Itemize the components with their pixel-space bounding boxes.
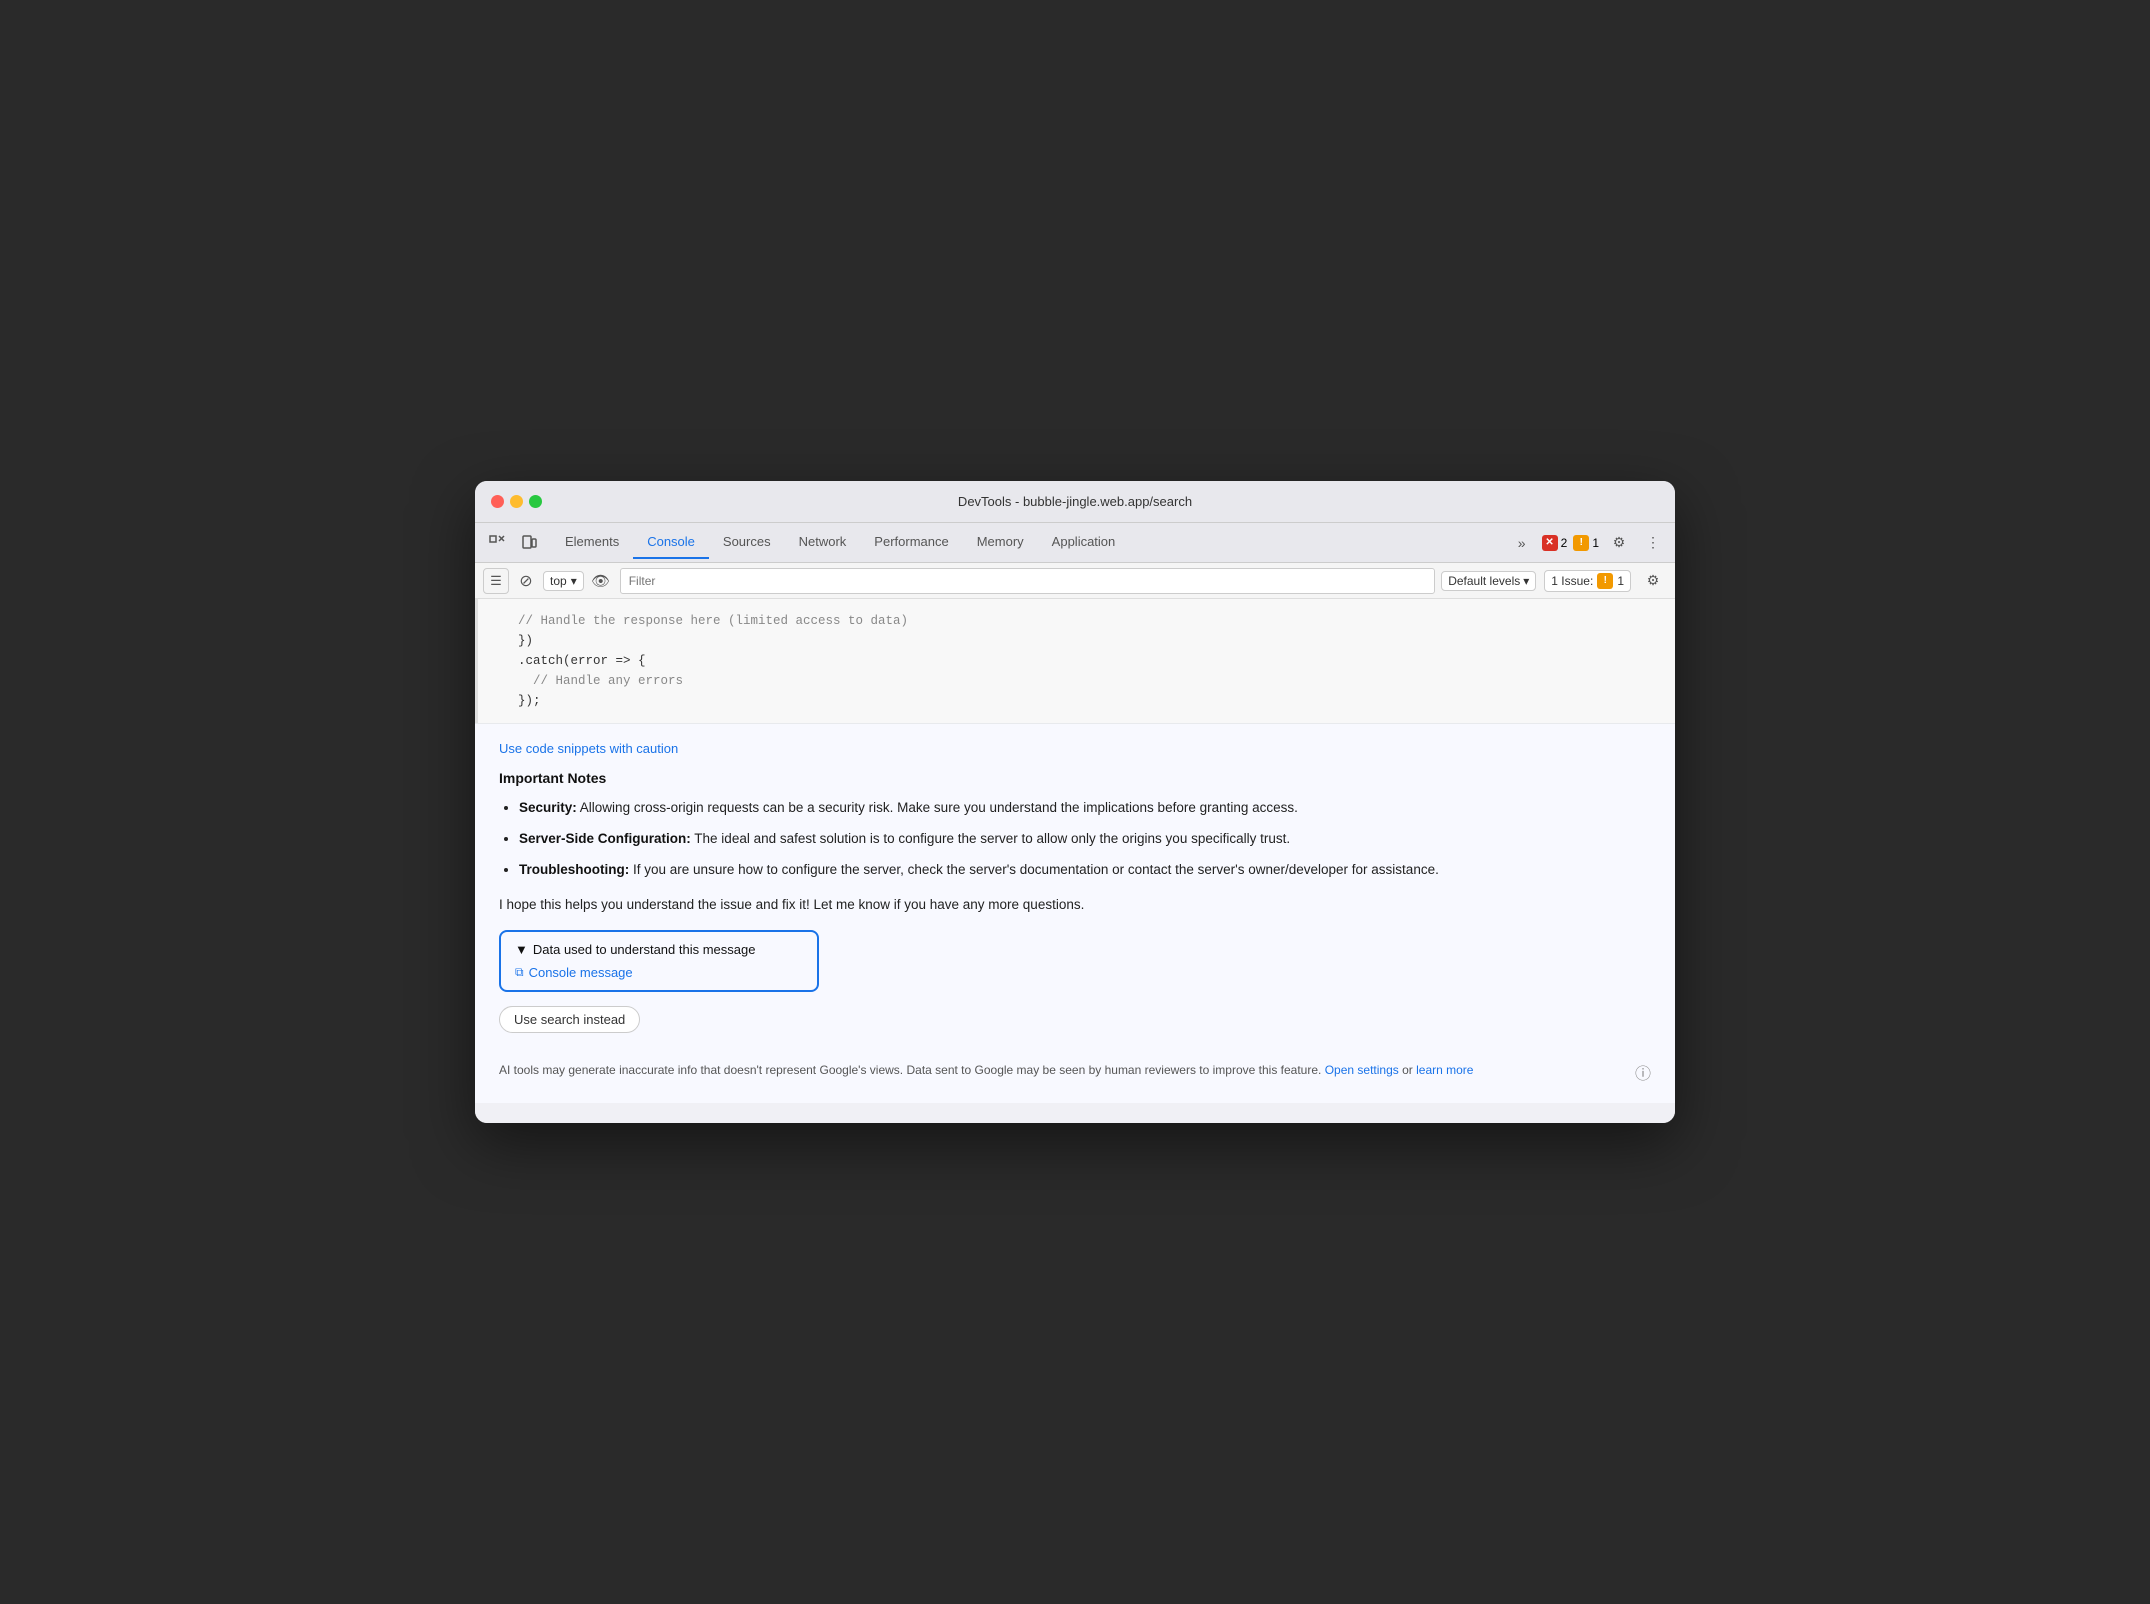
sidebar-toggle-button[interactable]: ☰ [483,568,509,594]
traffic-lights [491,495,542,508]
note-security-text: Allowing cross-origin requests can be a … [580,800,1298,815]
log-levels-selector[interactable]: Default levels ▾ [1441,571,1536,591]
learn-more-link[interactable]: learn more [1416,1063,1473,1077]
tab-application[interactable]: Application [1038,526,1130,559]
closing-text: I hope this helps you understand the iss… [499,895,1651,915]
close-button[interactable] [491,495,504,508]
console-message-link-label: Console message [529,965,633,980]
tab-performance[interactable]: Performance [860,526,962,559]
data-used-box: ▼ Data used to understand this message ⧉… [499,930,819,992]
code-line-5: }); [518,691,1655,711]
note-server-config: Server-Side Configuration: The ideal and… [519,829,1651,850]
devtools-window: DevTools - bubble-jingle.web.app/search … [475,481,1675,1122]
use-search-instead-button[interactable]: Use search instead [499,1006,640,1033]
live-expressions-button[interactable]: 👁 [588,568,614,594]
external-link-icon: ⧉ [515,965,524,980]
note-security-label: Security: [519,800,577,815]
tab-list: Elements Console Sources Network Perform… [551,526,1508,559]
tab-memory[interactable]: Memory [963,526,1038,559]
context-chevron: ▾ [571,574,577,588]
issue-label: 1 Issue: [1551,574,1593,588]
code-line-2: }) [518,631,1655,651]
console-toolbar: ☰ ⊘ top ▾ 👁 Default levels ▾ 1 Issue: ! … [475,563,1675,599]
error-badge: ✕ 2 [1542,535,1568,551]
context-selector[interactable]: top ▾ [543,571,584,591]
tab-bar-right: » ✕ 2 ! 1 ⚙ ⋮ [1508,529,1667,557]
title-bar: DevTools - bubble-jingle.web.app/search [475,481,1675,523]
note-server-config-label: Server-Side Configuration: [519,831,691,846]
code-block: // Handle the response here (limited acc… [475,599,1675,723]
important-notes-heading: Important Notes [499,770,1651,786]
log-levels-label: Default levels [1448,574,1520,588]
warning-count: 1 [1592,536,1599,550]
note-server-config-text: The ideal and safest solution is to conf… [694,831,1290,846]
console-settings-button[interactable]: ⚙ [1639,567,1667,595]
clear-console-button[interactable]: ⊘ [513,568,539,594]
code-line-4: // Handle any errors [518,671,1655,691]
log-levels-chevron: ▾ [1523,574,1529,588]
note-troubleshooting-label: Troubleshooting: [519,862,629,877]
disclaimer-text: AI tools may generate inaccurate info th… [499,1061,1473,1079]
code-line-3: .catch(error => { [518,651,1655,671]
tab-bar-left-icons [483,529,543,557]
filter-input[interactable] [620,568,1435,594]
tab-console[interactable]: Console [633,526,709,559]
tab-bar: Elements Console Sources Network Perform… [475,523,1675,563]
toolbar-right: Default levels ▾ 1 Issue: ! 1 ⚙ [1441,567,1667,595]
settings-button[interactable]: ⚙ [1605,529,1633,557]
open-settings-link[interactable]: Open settings [1325,1063,1399,1077]
inspect-element-button[interactable] [483,529,511,557]
info-icon: ⓘ [1635,1063,1651,1087]
note-troubleshooting: Troubleshooting: If you are unsure how t… [519,860,1651,881]
toolbar-left: ☰ ⊘ top ▾ 👁 [483,568,614,594]
maximize-button[interactable] [529,495,542,508]
notes-list: Security: Allowing cross-origin requests… [499,798,1651,881]
context-value: top [550,574,567,588]
window-title: DevTools - bubble-jingle.web.app/search [958,494,1192,509]
note-troubleshooting-text: If you are unsure how to configure the s… [633,862,1439,877]
tab-elements[interactable]: Elements [551,526,633,559]
tab-network[interactable]: Network [785,526,861,559]
ai-panel: Use code snippets with caution Important… [475,723,1675,1102]
issue-badge-icon: ! [1597,573,1613,589]
console-message-link[interactable]: ⧉ Console message [515,965,803,980]
issue-count: 1 [1617,574,1624,588]
more-options-button[interactable]: ⋮ [1639,529,1667,557]
error-badge-icon: ✕ [1542,535,1558,551]
disclaimer: AI tools may generate inaccurate info th… [499,1061,1651,1087]
warning-badge-icon: ! [1573,535,1589,551]
note-security: Security: Allowing cross-origin requests… [519,798,1651,819]
data-used-triangle: ▼ [515,942,528,957]
minimize-button[interactable] [510,495,523,508]
tab-sources[interactable]: Sources [709,526,785,559]
issue-counter[interactable]: 1 Issue: ! 1 [1544,570,1631,592]
error-count: 2 [1561,536,1568,550]
data-used-header[interactable]: ▼ Data used to understand this message [515,942,803,957]
data-used-title: Data used to understand this message [533,942,756,957]
device-toolbar-button[interactable] [515,529,543,557]
caution-link[interactable]: Use code snippets with caution [499,741,678,756]
more-tabs-button[interactable]: » [1508,529,1536,557]
main-content: // Handle the response here (limited acc… [475,599,1675,1102]
warning-badge: ! 1 [1573,535,1599,551]
code-line-1: // Handle the response here (limited acc… [518,611,1655,631]
bottom-area [475,1103,1675,1123]
